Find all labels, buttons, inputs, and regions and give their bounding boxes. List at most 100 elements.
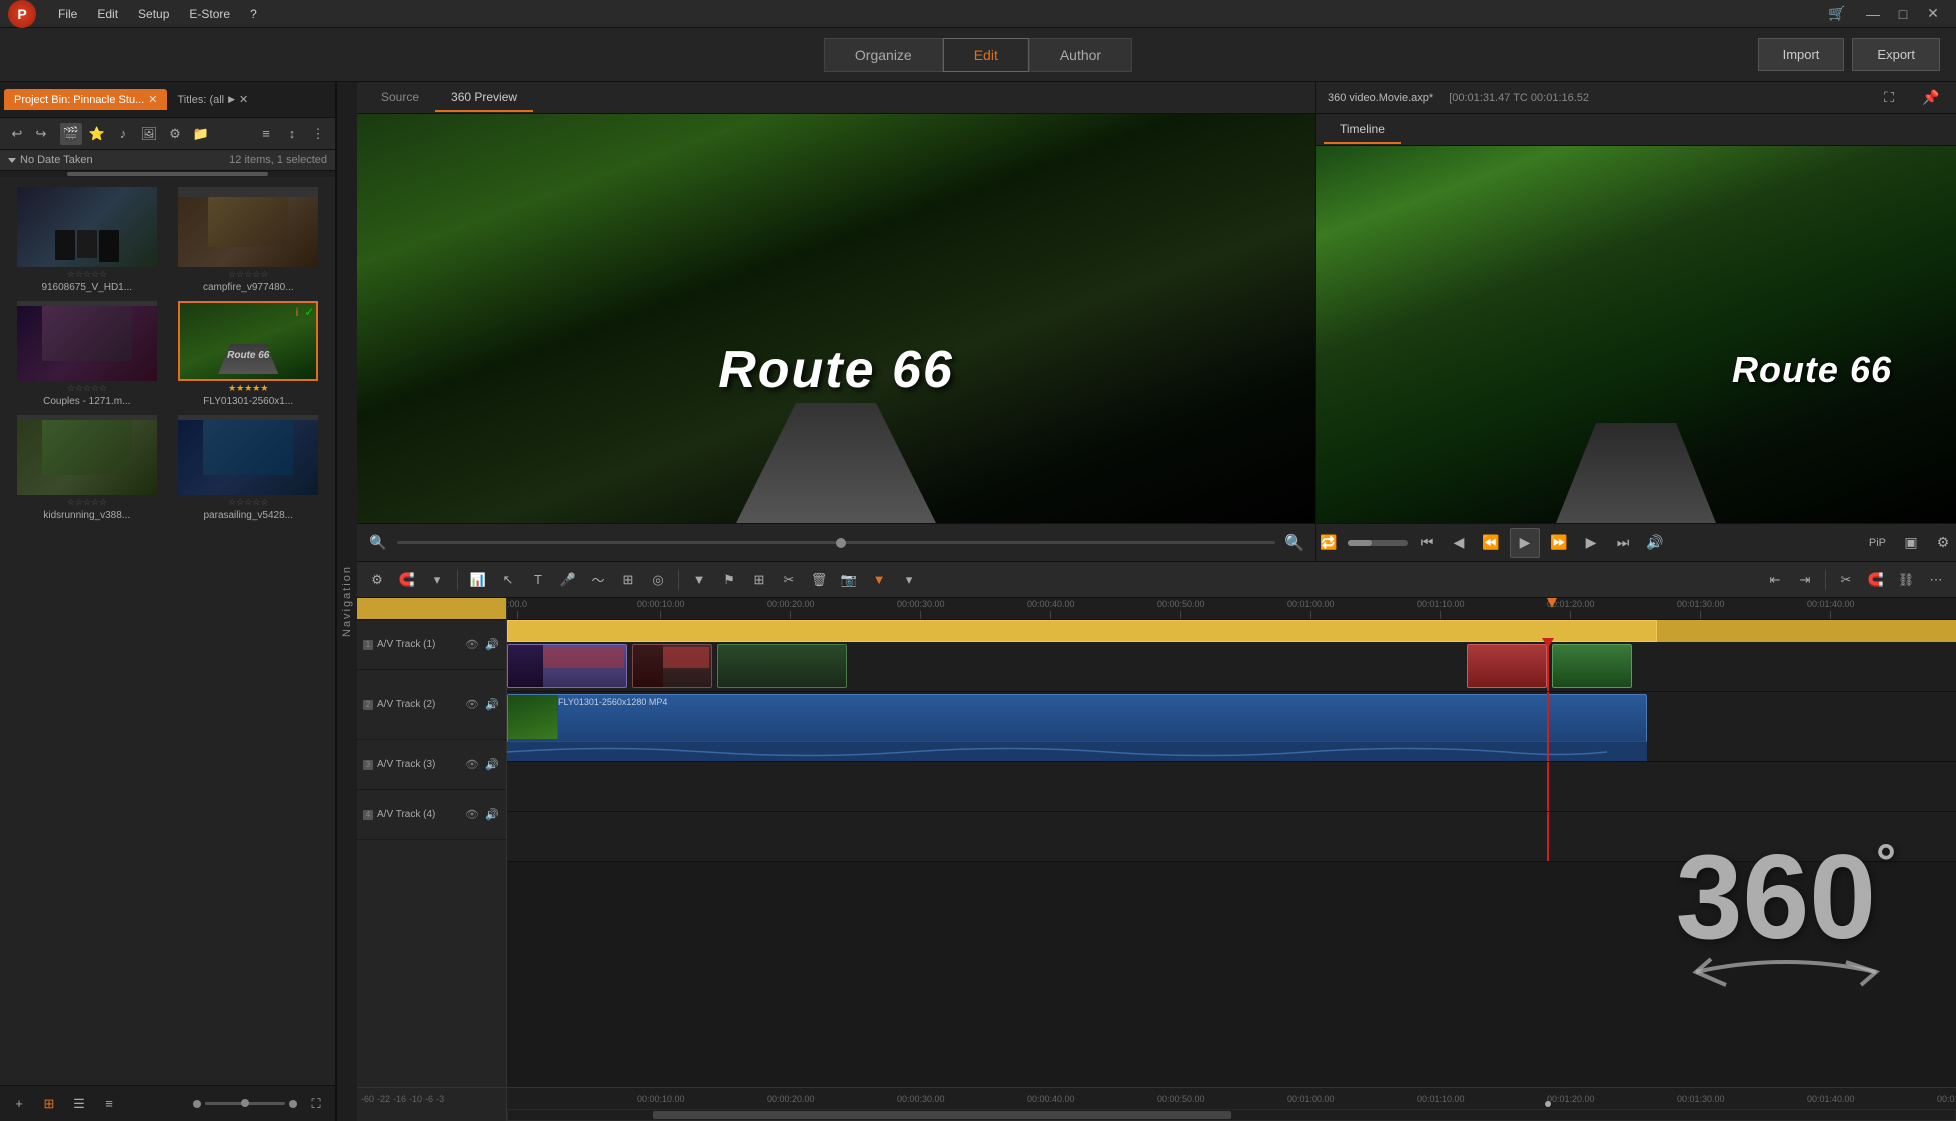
import-button[interactable]: Import xyxy=(1758,38,1845,71)
cursor-tool[interactable]: ↖ xyxy=(496,568,520,592)
list-item[interactable]: ☆☆☆☆☆ Couples - 1271.m... xyxy=(8,299,166,409)
magnet-tool[interactable]: 🧲 xyxy=(1864,568,1888,592)
menu-setup[interactable]: Setup xyxy=(128,3,179,25)
track-2-vol[interactable]: 🔊 xyxy=(484,697,500,713)
redo-btn[interactable]: ↪ xyxy=(30,123,52,145)
track-1-vol[interactable]: 🔊 xyxy=(484,637,500,653)
gear-filter-btn[interactable]: ⚙ xyxy=(164,123,186,145)
clip-tool[interactable]: ✂ xyxy=(777,568,801,592)
list-item[interactable]: Route 66 ✓ i ★★★★★ FLY01301-2560x1... xyxy=(170,299,328,409)
close-button[interactable]: ✕ xyxy=(1918,0,1948,28)
project-bin-tab[interactable]: Project Bin: Pinnacle Stu... ✕ xyxy=(4,89,167,110)
photo-filter-btn[interactable]: 🖼 xyxy=(138,123,160,145)
track-4-eye[interactable]: 👁 xyxy=(464,807,480,823)
timeline-toolbar: ⚙ 🧲 ▾ 📊 ↖ T 🎤 〜 ⊞ ◎ ▼ ⚑ ⊞ ✂ 🗑 📷 ▼ ▾ xyxy=(357,562,1956,598)
text-tool[interactable]: T xyxy=(526,568,550,592)
pip-btn[interactable]: ▣ xyxy=(1898,530,1924,556)
timeline-tab[interactable]: Timeline xyxy=(1324,116,1401,144)
prev-frame-btn[interactable]: ◀ xyxy=(1446,530,1472,556)
fast-forward-btn[interactable]: ⏩ xyxy=(1546,530,1572,556)
360-preview-tab[interactable]: 360 Preview xyxy=(435,84,533,112)
more-btn[interactable]: ⋮ xyxy=(307,123,329,145)
skip-end-btn[interactable]: ⏭ xyxy=(1610,530,1636,556)
menu-edit[interactable]: Edit xyxy=(87,3,128,25)
star-filter-btn[interactable]: ⭐ xyxy=(86,123,108,145)
add-clip-btn[interactable]: + xyxy=(8,1093,30,1115)
menu-file[interactable]: File xyxy=(48,3,87,25)
list-view-btn[interactable]: ≡ xyxy=(255,123,277,145)
camera-tool[interactable]: 📷 xyxy=(837,568,861,592)
track-3-eye[interactable]: 👁 xyxy=(464,757,480,773)
wave-tool[interactable]: 〜 xyxy=(586,568,610,592)
menu-help[interactable]: ? xyxy=(240,3,267,25)
fullscreen-btn[interactable]: ⛶ xyxy=(305,1093,327,1115)
snap-tool[interactable]: 🧲 xyxy=(395,568,419,592)
razor-tool[interactable]: ✂ xyxy=(1834,568,1858,592)
timeline-scroll-thumb[interactable] xyxy=(653,1111,1232,1119)
timeline-scroll-track[interactable] xyxy=(507,1109,1956,1121)
project-bin-close[interactable]: ✕ xyxy=(148,93,157,106)
view-more-btn[interactable]: ≡ xyxy=(98,1093,120,1115)
trash-tool[interactable]: 🗑 xyxy=(807,568,831,592)
gold-clip[interactable] xyxy=(507,620,1657,642)
nav-organize[interactable]: Organize xyxy=(824,38,943,72)
volume-btn[interactable]: 🔊 xyxy=(1642,530,1668,556)
nav-author[interactable]: Author xyxy=(1029,38,1132,72)
av1-clip-2[interactable] xyxy=(632,644,712,688)
chain-tool[interactable]: ⛓ xyxy=(1894,568,1918,592)
marker-tool[interactable]: ▼ xyxy=(687,568,711,592)
av1-clip-1[interactable] xyxy=(507,644,627,688)
source-tab[interactable]: Source xyxy=(365,84,435,112)
av1-clip-red-1[interactable] xyxy=(1467,644,1547,688)
track-4-vol[interactable]: 🔊 xyxy=(484,807,500,823)
zoom-slider[interactable] xyxy=(397,541,1275,544)
menu-estore[interactable]: E-Store xyxy=(179,3,240,25)
rewind-btn[interactable]: ⏪ xyxy=(1478,530,1504,556)
av1-clip-green-1[interactable] xyxy=(1552,644,1632,688)
loop-btn[interactable]: 🔁 xyxy=(1316,530,1342,556)
sort-btn[interactable]: ↕ xyxy=(281,123,303,145)
play-btn[interactable]: ▶ xyxy=(1510,528,1540,558)
list-item[interactable]: ☆☆☆☆☆ 91608675_V_HD1... xyxy=(8,185,166,295)
track-2-eye[interactable]: 👁 xyxy=(464,697,480,713)
settings-btn[interactable]: ⚙ xyxy=(1930,530,1956,556)
nav-edit[interactable]: Edit xyxy=(943,38,1029,72)
bar-tool[interactable]: 📊 xyxy=(466,568,490,592)
snap-left-tool[interactable]: ⇤ xyxy=(1763,568,1787,592)
grid-tool[interactable]: ⊞ xyxy=(616,568,640,592)
pin-icon[interactable]: 📌 xyxy=(1918,85,1944,111)
cart-icon[interactable]: 🛒 xyxy=(1824,1,1850,27)
snap-right-tool[interactable]: ⇥ xyxy=(1793,568,1817,592)
list-item[interactable]: ☆☆☆☆☆ kidsrunning_v388... xyxy=(8,413,166,523)
orange-marker-tool[interactable]: ▼ xyxy=(867,568,891,592)
export-button[interactable]: Export xyxy=(1852,38,1940,71)
multi-tool[interactable]: ⊞ xyxy=(747,568,771,592)
mic-tool[interactable]: 🎤 xyxy=(556,568,580,592)
track-1-eye[interactable]: 👁 xyxy=(464,637,480,653)
more-tool[interactable]: ▾ xyxy=(425,568,449,592)
minimize-button[interactable]: — xyxy=(1858,0,1888,28)
zoom-out-icon[interactable]: 🔍 xyxy=(365,530,391,556)
titles-tab[interactable]: Titles: (all ▶ ✕ xyxy=(167,89,258,110)
more-tool-3[interactable]: ⋯ xyxy=(1924,568,1948,592)
maximize-button[interactable]: □ xyxy=(1888,0,1918,28)
titles-close[interactable]: ✕ xyxy=(239,93,248,106)
skip-start-btn[interactable]: ⏮ xyxy=(1414,530,1440,556)
av1-clip-3[interactable] xyxy=(717,644,847,688)
track-3-vol[interactable]: 🔊 xyxy=(484,757,500,773)
settings-tool[interactable]: ⚙ xyxy=(365,568,389,592)
circle-tool[interactable]: ◎ xyxy=(646,568,670,592)
undo-btn[interactable]: ↩ xyxy=(6,123,28,145)
expand-icon[interactable]: ⛶ xyxy=(1876,85,1902,111)
list-item[interactable]: ☆☆☆☆☆ campfire_v977480... xyxy=(170,185,328,295)
next-frame-btn[interactable]: ▶ xyxy=(1578,530,1604,556)
flag-tool[interactable]: ⚑ xyxy=(717,568,741,592)
grid-view-btn[interactable]: ⊞ xyxy=(38,1093,60,1115)
more-tool-2[interactable]: ▾ xyxy=(897,568,921,592)
list-view-btn2[interactable]: ☰ xyxy=(68,1093,90,1115)
video-filter-btn[interactable]: 🎬 xyxy=(60,123,82,145)
list-item[interactable]: ☆☆☆☆☆ parasailing_v5428... xyxy=(170,413,328,523)
folder-btn[interactable]: 📁 xyxy=(190,123,212,145)
zoom-in-icon[interactable]: 🔍 xyxy=(1281,530,1307,556)
music-filter-btn[interactable]: ♪ xyxy=(112,123,134,145)
